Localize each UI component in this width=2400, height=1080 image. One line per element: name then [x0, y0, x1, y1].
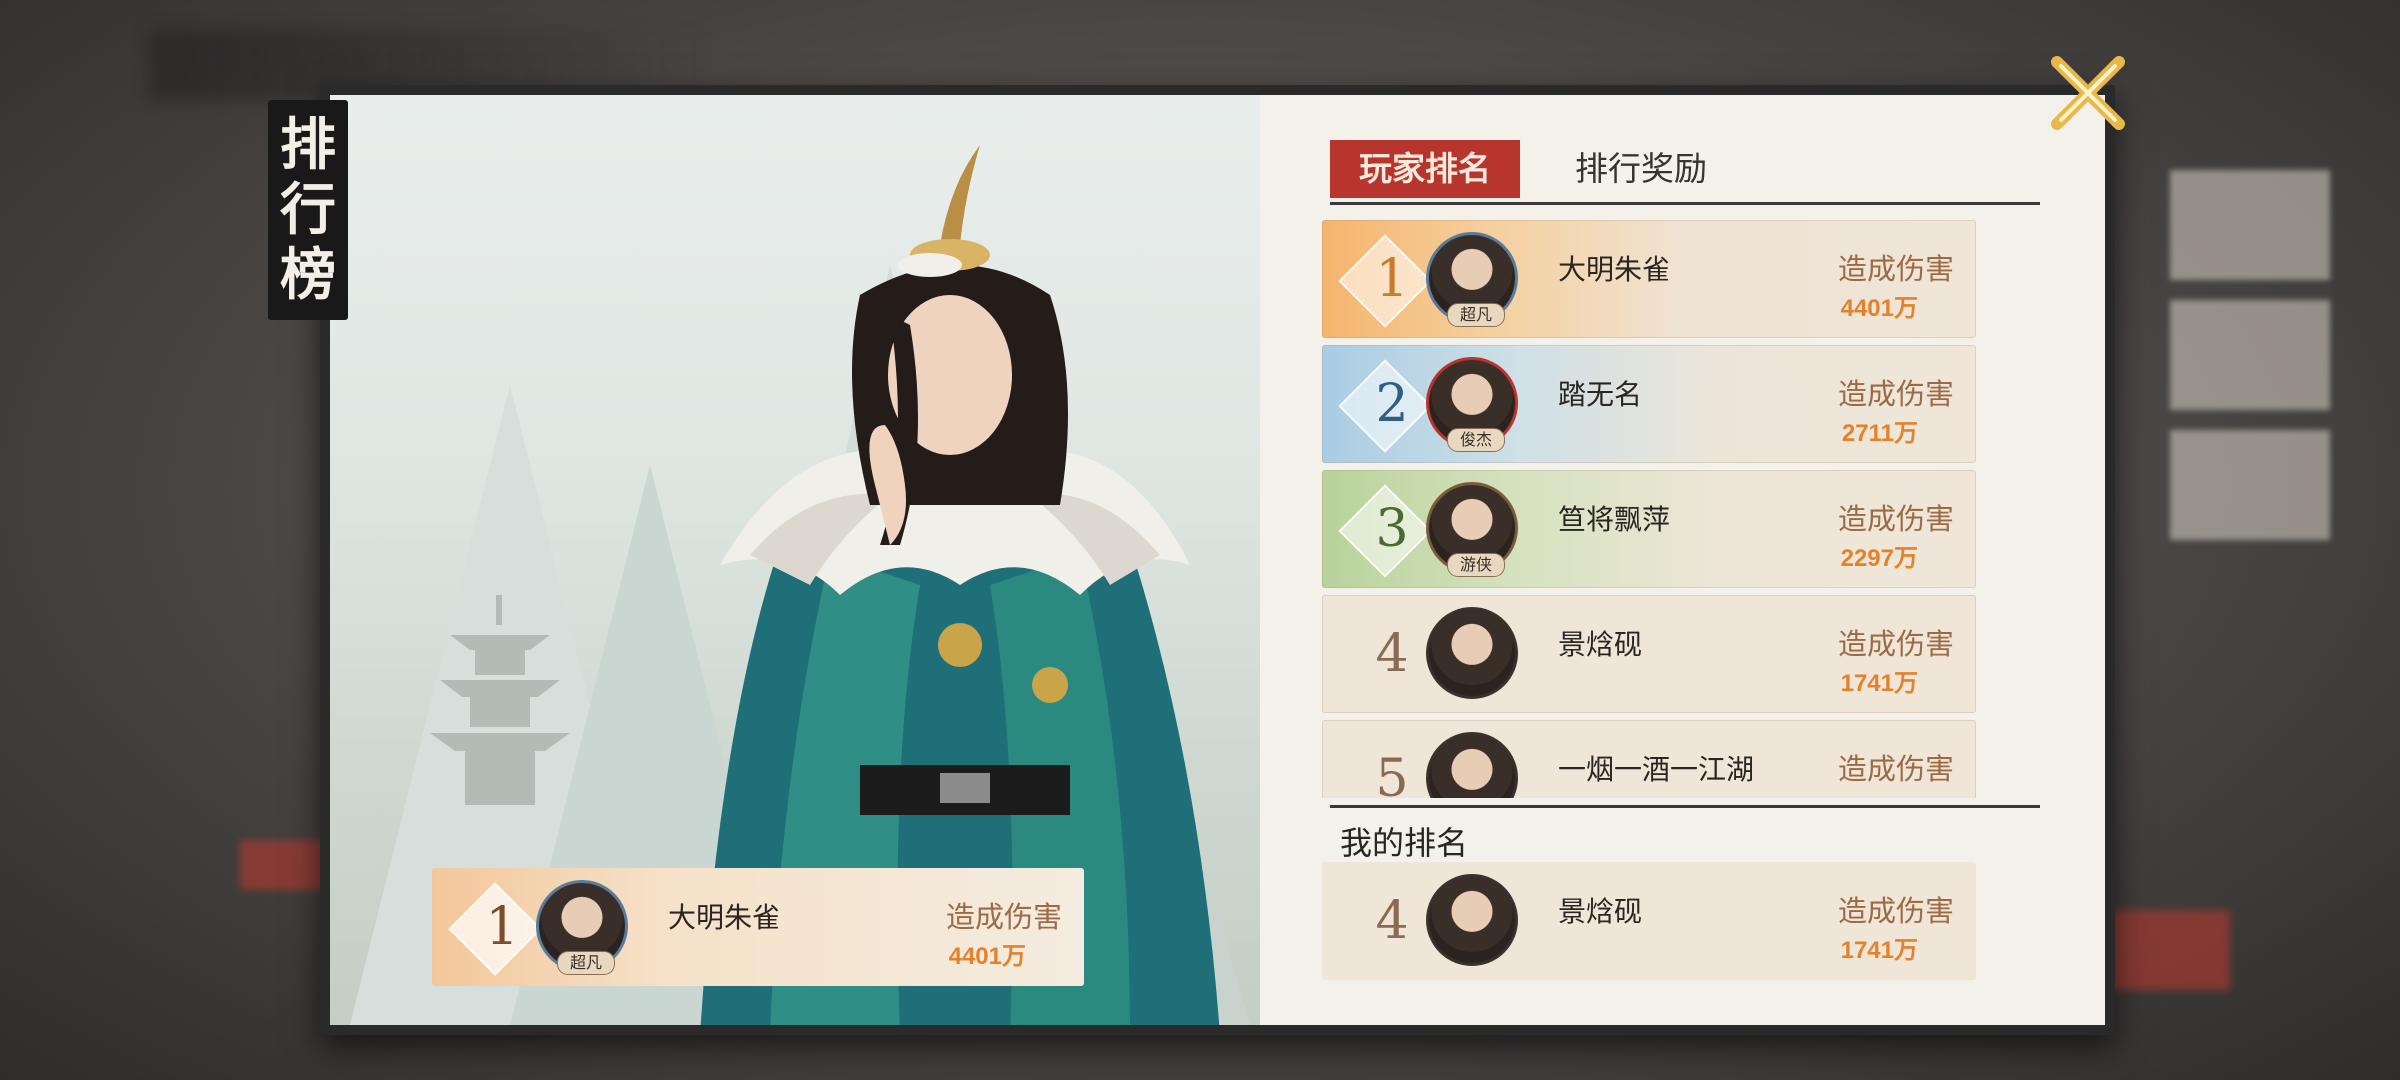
- title-char: 排: [280, 112, 336, 178]
- damage-label: 造成伤害: [1837, 752, 1954, 786]
- avatar[interactable]: [1426, 732, 1518, 798]
- ranking-tabs: 玩家排名 排行奖励: [1330, 140, 2040, 210]
- title-badge: 超凡: [557, 951, 615, 975]
- player-name: 踏无名: [1558, 378, 1643, 411]
- rank-number: 4: [1375, 891, 1409, 951]
- featured-top-player-card[interactable]: 1 超凡 大明朱雀 造成伤害 4401万: [432, 868, 1084, 986]
- damage-label: 造成伤害: [1837, 502, 1954, 536]
- damage-label: 造成伤害: [1837, 252, 1954, 286]
- ranking-list[interactable]: 1 超凡 大明朱雀 造成伤害 4401万 2 俊杰 踏无名 造成伤害 2711万…: [1322, 220, 1976, 798]
- damage-value: 4401万: [948, 943, 1026, 970]
- list-item[interactable]: 2 俊杰 踏无名 造成伤害 2711万: [1322, 345, 1976, 463]
- damage-label: 造成伤害: [1837, 627, 1954, 661]
- player-name: 景焓砚: [1558, 895, 1643, 928]
- rank-number: 5: [1375, 749, 1409, 798]
- title-badge: 游侠: [1447, 553, 1505, 577]
- rank-number: 2: [1375, 374, 1409, 434]
- blurred-red-tag: [240, 840, 330, 890]
- tabs-divider: [1330, 202, 2040, 205]
- list-item[interactable]: 4 景焓砚 造成伤害 1741万: [1322, 595, 1976, 713]
- title-char: 行: [280, 177, 336, 243]
- blurred-side-card: [2170, 170, 2330, 280]
- player-name: 景焓砚: [1558, 628, 1643, 661]
- tab-player-ranking[interactable]: 玩家排名: [1330, 140, 1520, 198]
- my-rank-heading: 我的排名: [1340, 824, 1469, 862]
- damage-value: 1741万: [1840, 670, 1918, 697]
- title-char: 榜: [280, 242, 336, 308]
- damage-label: 造成伤害: [1837, 894, 1954, 928]
- tab-ranking-rewards[interactable]: 排行奖励: [1575, 140, 1775, 198]
- player-name: 大明朱雀: [668, 901, 781, 934]
- list-item[interactable]: 3 游侠 笪将飘萍 造成伤害 2297万: [1322, 470, 1976, 588]
- leaderboard-title: 排 行 榜: [268, 100, 348, 320]
- title-badge: 俊杰: [1447, 428, 1505, 452]
- avatar[interactable]: 超凡: [1426, 232, 1518, 327]
- title-badge: 超凡: [1447, 303, 1505, 327]
- rank-number: 4: [1375, 624, 1409, 684]
- avatar[interactable]: 超凡: [536, 880, 628, 975]
- avatar[interactable]: [1426, 607, 1518, 699]
- damage-label: 造成伤害: [1837, 377, 1954, 411]
- blurred-side-card: [2170, 430, 2330, 540]
- section-divider: [1330, 805, 2040, 808]
- player-name: 大明朱雀: [1558, 253, 1671, 286]
- damage-value: 1741万: [1840, 937, 1918, 964]
- damage-value: 2711万: [1841, 420, 1918, 447]
- list-item[interactable]: 1 超凡 大明朱雀 造成伤害 4401万: [1322, 220, 1976, 338]
- player-name: 笪将飘萍: [1558, 503, 1671, 536]
- rank-number: 3: [1375, 499, 1409, 559]
- damage-label: 造成伤害: [945, 900, 1062, 934]
- my-rank-row[interactable]: 4 景焓砚 造成伤害 1741万: [1322, 862, 1976, 980]
- rank-number: 1: [1375, 249, 1409, 309]
- rank-number: 1: [485, 897, 519, 957]
- avatar[interactable]: 俊杰: [1426, 357, 1518, 452]
- damage-value: 4401万: [1840, 295, 1918, 322]
- player-name: 一烟一酒一江湖: [1558, 753, 1755, 786]
- blurred-side-card: [2170, 300, 2330, 410]
- avatar[interactable]: [1426, 874, 1518, 966]
- close-icon[interactable]: [2043, 48, 2133, 138]
- list-item[interactable]: 5 一烟一酒一江湖 造成伤害: [1322, 720, 1976, 798]
- pagoda-icon: [430, 595, 570, 805]
- damage-value: 2297万: [1840, 545, 1918, 572]
- avatar[interactable]: 游侠: [1426, 482, 1518, 577]
